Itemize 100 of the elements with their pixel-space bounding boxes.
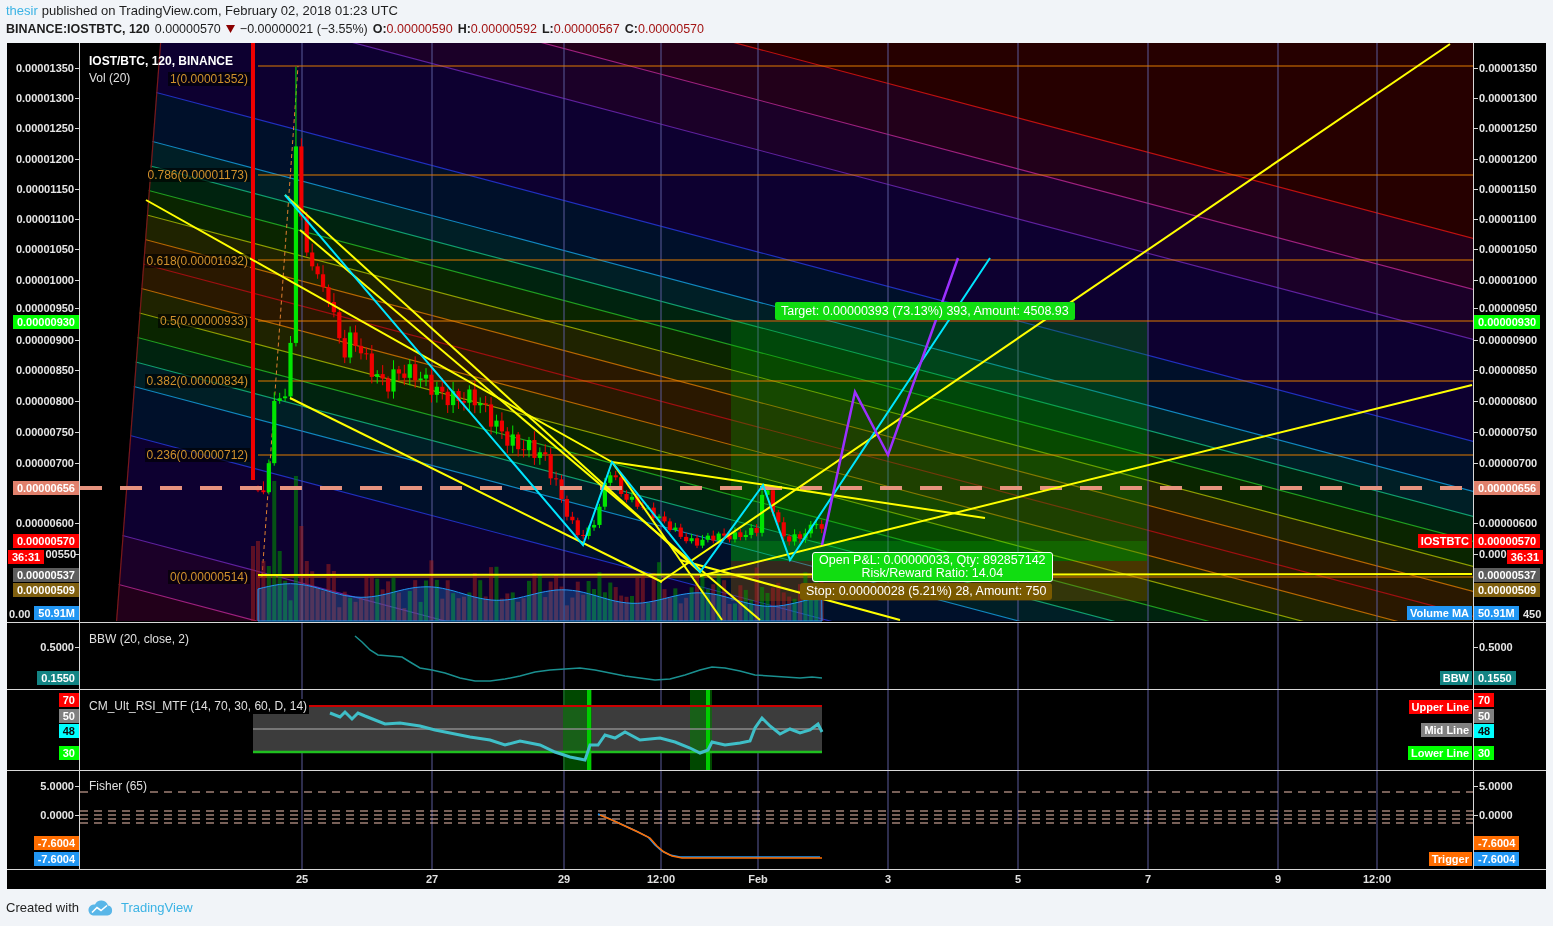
publish-info: published on TradingView.com, February 02, 2018 01:23 UTC: [41, 2, 398, 20]
axis-label: 0.00001350: [15, 62, 74, 74]
series-tag: Volume MA: [1406, 606, 1472, 620]
price-change: −0.00000021 (−3.55%): [239, 21, 368, 38]
value-badge: 70: [1474, 693, 1495, 707]
value-badge: 0.00000509: [12, 583, 79, 597]
fib-level-label: 0.382(0.00000834): [144, 374, 250, 388]
axis-label: 0.00001100: [1479, 213, 1537, 225]
fib-level-label: 0.786(0.00001173): [145, 168, 250, 182]
axis-label: 0.00001000: [1479, 274, 1538, 286]
axis-label: 0.00000700: [15, 457, 74, 469]
series-tag: BBW: [1439, 671, 1472, 685]
axis-label: 5.0000: [40, 780, 74, 792]
axis-label: 0.00000900: [1479, 334, 1538, 346]
value-badge: 50: [1474, 709, 1495, 723]
axis-label: 0.00000900: [15, 334, 74, 346]
value-badge: 50.91M: [34, 606, 79, 620]
axis-label: 0.00001150: [1479, 183, 1537, 195]
axis-label: 0.00000750: [15, 426, 74, 438]
time-label: 29: [557, 873, 571, 886]
value-badge: 0.00000930: [12, 315, 79, 329]
value-badge: -7.6004: [33, 836, 79, 850]
value-badge: 0.00000656: [12, 481, 79, 495]
last-price: 0.00000570: [154, 21, 221, 38]
axis-label: 0.0000: [1479, 809, 1513, 821]
brand-link[interactable]: TradingView: [121, 900, 193, 915]
ohlc-key: L:: [541, 20, 554, 38]
axis-label: 0.00: [9, 608, 31, 620]
ohlc-value: 0.00000570: [637, 21, 704, 38]
stop-label: Stop: 0.00000028 (5.21%) 28, Amount: 750: [800, 583, 1053, 600]
cloud-icon: [87, 899, 113, 916]
value-badge: 0.1550: [37, 671, 79, 685]
value-badge: 36:31: [1506, 550, 1543, 564]
value-badge: 48: [58, 724, 79, 738]
axis-label: 0.00000700: [1479, 457, 1538, 469]
pane-title: Fisher (65): [89, 779, 149, 794]
time-label: 9: [1274, 873, 1282, 886]
ohlc-value: 0.00000590: [386, 21, 453, 38]
time-label: 12:00: [1362, 873, 1392, 886]
ohlc-value: 0.00000567: [553, 21, 620, 38]
axis-label: 0.0000: [40, 809, 74, 821]
value-badge: 70: [58, 693, 79, 707]
fib-level-label: 0(0.00000514): [167, 570, 250, 584]
axis-label: 0.000: [1479, 548, 1507, 560]
fib-level-label: 1(0.00001352): [167, 72, 250, 86]
axis-label: 5.0000: [1479, 780, 1513, 792]
series-tag: Mid Line: [1421, 723, 1472, 737]
time-label: 27: [425, 873, 439, 886]
time-label: 5: [1014, 873, 1022, 886]
axis-label: 0.00001300: [1479, 92, 1538, 104]
time-label: 7: [1144, 873, 1152, 886]
value-badge: -7.6004: [1474, 852, 1520, 866]
indicator-label: Vol (20): [89, 71, 131, 86]
pane-title: CM_Ult_RSI_MTF (14, 70, 30, 60, D, 14): [89, 699, 310, 714]
series-tag: Lower Line: [1407, 746, 1472, 760]
axis-label: 0.00000800: [1479, 395, 1538, 407]
risk-reward-text: Risk/Reward Ratio: 14.04: [861, 567, 1004, 580]
axis-label: 0.00001250: [15, 122, 74, 134]
time-label: 25: [295, 873, 309, 886]
axis-label: 0.00000850: [15, 364, 74, 376]
axis-label: 0.00001200: [15, 153, 74, 165]
axis-label: 0.00000800: [15, 395, 74, 407]
axis-label: 0.00001350: [1479, 62, 1538, 74]
axis-label: 0.00001200: [1479, 153, 1538, 165]
symbol-name: BINANCE:IOSTBTC, 120: [6, 21, 150, 38]
value-badge: 0.00000570: [1474, 534, 1541, 548]
ohlc-key: O:: [372, 20, 387, 38]
axis-label: 0.00000750: [1479, 426, 1538, 438]
value-badge: 48: [1474, 724, 1495, 738]
axis-label: 0.00000950: [1479, 302, 1538, 314]
axis-label: 0.00001100: [16, 213, 74, 225]
created-with-text: Created with: [6, 900, 79, 915]
time-label: 3: [884, 873, 892, 886]
axis-label: 0.00001250: [1479, 122, 1538, 134]
value-badge: 30: [58, 746, 79, 760]
series-tag: Trigger: [1428, 852, 1472, 866]
axis-label: 0.00000600: [1479, 517, 1538, 529]
axis-label: 0.00000950: [15, 302, 74, 314]
fib-level-label: 0.5(0.00000933): [157, 314, 250, 328]
axis-label: 0.00001000: [15, 274, 74, 286]
value-badge: -7.6004: [1474, 836, 1520, 850]
value-badge: 0.00000537: [12, 568, 79, 582]
value-badge: 0.00000930: [1474, 315, 1541, 329]
fib-level-label: 0.236(0.00000712): [144, 448, 250, 462]
time-label: 12:00: [646, 873, 676, 886]
author-link[interactable]: thesir: [6, 2, 38, 20]
axis-label: 0.5000: [1479, 641, 1513, 653]
value-badge: 0.00000570: [12, 534, 79, 548]
value-badge: 50: [58, 709, 79, 723]
time-label: Feb: [748, 873, 768, 886]
axis-label: 0.00001150: [16, 183, 74, 195]
target-label: Target: 0.00000393 (73.13%) 393, Amount: 4508.93: [775, 302, 1075, 320]
fib-level-label: 0.618(0.00001032): [144, 254, 250, 268]
axis-label: 0.00000850: [1479, 364, 1538, 376]
value-badge: 0.00000537: [1474, 568, 1541, 582]
value-badge: 36:31: [8, 550, 45, 564]
axis-label: 450: [1523, 608, 1542, 620]
value-badge: 30: [1474, 746, 1495, 760]
axis-label: 0.5000: [40, 641, 74, 653]
value-badge: 0.1550: [1474, 671, 1516, 685]
